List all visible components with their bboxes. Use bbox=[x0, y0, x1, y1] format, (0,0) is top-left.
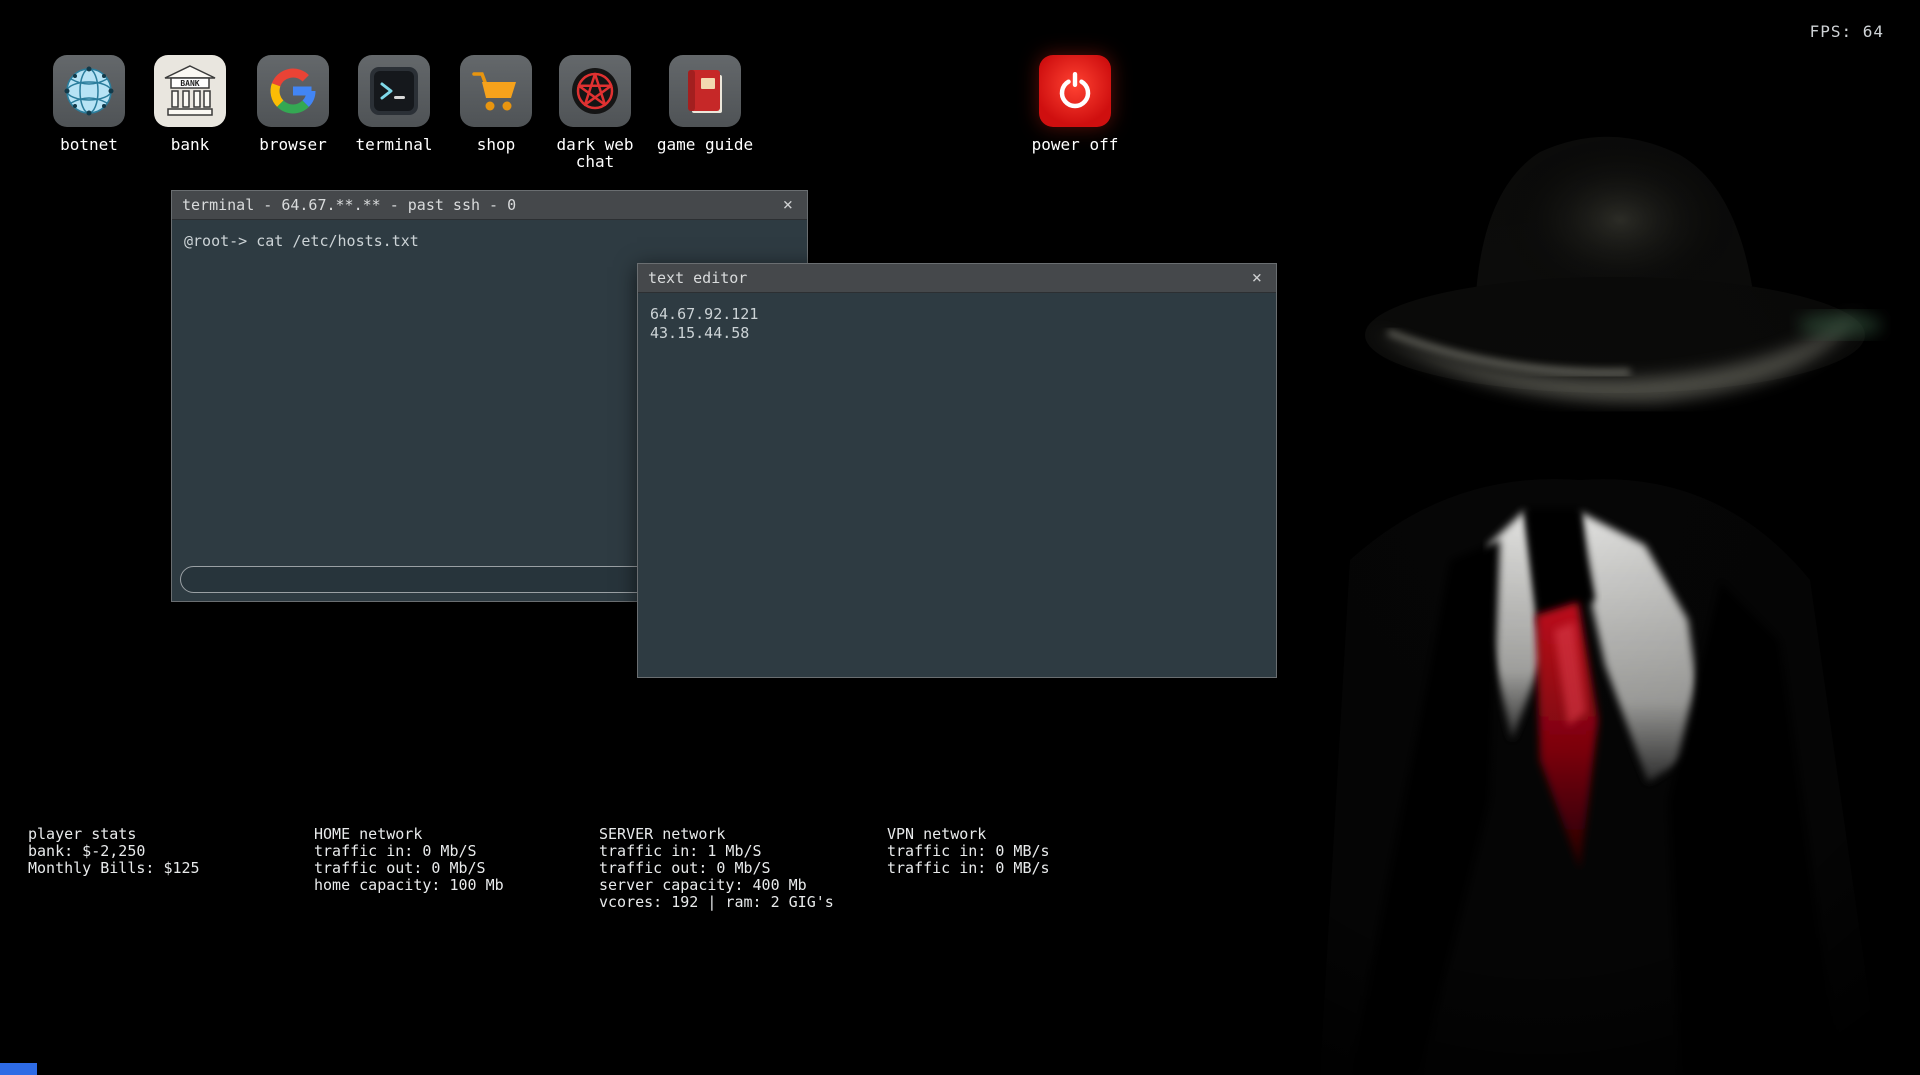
home-network-line: traffic in: 0 Mb/S bbox=[314, 843, 504, 860]
terminal-titlebar[interactable]: terminal - 64.67.**.** - past ssh - 0 × bbox=[172, 191, 807, 220]
terminal-close-icon[interactable]: × bbox=[779, 197, 797, 214]
server-network-line: server capacity: 400 Mb bbox=[599, 877, 834, 894]
server-network-panel: SERVER network traffic in: 1 Mb/S traffi… bbox=[599, 826, 834, 911]
vpn-network-title: VPN network bbox=[887, 826, 1050, 843]
pentagram-icon bbox=[559, 55, 631, 127]
vpn-network-panel: VPN network traffic in: 0 MB/s traffic i… bbox=[887, 826, 1050, 877]
shopping-cart-icon bbox=[460, 55, 532, 127]
text-editor-close-icon[interactable]: × bbox=[1248, 270, 1266, 287]
home-network-line: home capacity: 100 Mb bbox=[314, 877, 504, 894]
desktop-icon-game-guide[interactable]: game guide bbox=[645, 55, 765, 153]
desktop-icon-bank[interactable]: BANK bank bbox=[130, 55, 250, 153]
icon-label-bank: bank bbox=[171, 136, 210, 153]
icon-label-terminal: terminal bbox=[355, 136, 432, 153]
power-icon bbox=[1039, 55, 1111, 127]
fps-counter: FPS: 64 bbox=[1810, 22, 1884, 41]
bank-building-icon: BANK bbox=[154, 55, 226, 127]
terminal-title: terminal - 64.67.**.** - past ssh - 0 bbox=[182, 196, 516, 214]
red-book-icon bbox=[669, 55, 741, 127]
player-stats-line: bank: $-2,250 bbox=[28, 843, 200, 860]
editor-line: 64.67.92.121 bbox=[650, 305, 1264, 324]
home-network-line: traffic out: 0 Mb/S bbox=[314, 860, 504, 877]
home-network-panel: HOME network traffic in: 0 Mb/S traffic … bbox=[314, 826, 504, 894]
text-editor-title: text editor bbox=[648, 269, 747, 287]
player-stats-line: Monthly Bills: $125 bbox=[28, 860, 200, 877]
player-stats-title: player stats bbox=[28, 826, 200, 843]
bank-sign-text: BANK bbox=[180, 79, 199, 88]
terminal-prompt-icon bbox=[358, 55, 430, 127]
editor-line: 43.15.44.58 bbox=[650, 324, 1264, 343]
terminal-output: @root-> cat /etc/hosts.txt bbox=[172, 220, 807, 262]
icon-label-browser: browser bbox=[259, 136, 326, 153]
server-network-line: traffic in: 1 Mb/S bbox=[599, 843, 834, 860]
icon-label-dark-web-chat: dark web chat bbox=[540, 136, 650, 170]
vpn-network-line: traffic in: 0 MB/s bbox=[887, 843, 1050, 860]
text-editor-titlebar[interactable]: text editor × bbox=[638, 264, 1276, 293]
icon-label-botnet: botnet bbox=[60, 136, 118, 153]
icon-label-shop: shop bbox=[477, 136, 516, 153]
server-network-line: traffic out: 0 Mb/S bbox=[599, 860, 834, 877]
corner-button[interactable] bbox=[0, 1063, 37, 1075]
desktop-icon-power-off[interactable]: power off bbox=[1015, 55, 1135, 153]
icon-label-game-guide: game guide bbox=[657, 136, 753, 153]
desktop-icon-dark-web-chat[interactable]: dark web chat bbox=[535, 55, 655, 170]
text-editor-window: text editor × 64.67.92.121 43.15.44.58 bbox=[637, 263, 1277, 678]
text-editor-content[interactable]: 64.67.92.121 43.15.44.58 bbox=[638, 293, 1276, 677]
server-network-line: vcores: 192 | ram: 2 GIG's bbox=[599, 894, 834, 911]
google-g-icon bbox=[257, 55, 329, 127]
home-network-title: HOME network bbox=[314, 826, 504, 843]
server-network-title: SERVER network bbox=[599, 826, 834, 843]
botnet-globe-icon bbox=[53, 55, 125, 127]
icon-label-power-off: power off bbox=[1032, 136, 1119, 153]
vpn-network-line: traffic in: 0 MB/s bbox=[887, 860, 1050, 877]
desktop: FPS: 64 botnet bbox=[0, 0, 1920, 1075]
player-stats-panel: player stats bank: $-2,250 Monthly Bills… bbox=[28, 826, 200, 877]
